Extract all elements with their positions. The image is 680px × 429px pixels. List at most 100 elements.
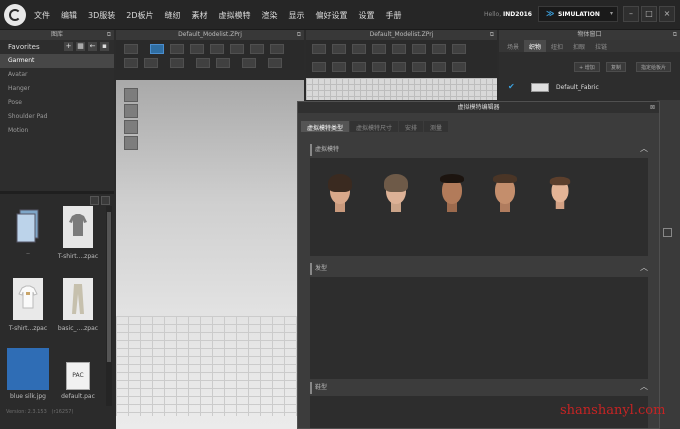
eye-icon[interactable] [124,104,138,118]
avatar-male-1[interactable] [437,172,467,212]
tool-icon[interactable] [372,44,386,54]
tab-zipper[interactable]: 拉链 [590,40,612,52]
tool-icon[interactable] [170,58,184,68]
tool-icon[interactable] [312,62,326,72]
select-tool-icon[interactable] [124,44,138,54]
close-button[interactable]: × [659,6,675,22]
simulation-button[interactable]: SIMULATION [538,6,618,22]
tool-icon[interactable] [372,62,386,72]
chevron-up-icon[interactable]: ︿ [640,381,648,393]
app-logo[interactable] [4,4,26,26]
close-icon[interactable]: ⊠ [650,102,655,113]
tab-scene[interactable]: 场景 [502,40,524,52]
menu-avatar[interactable]: 虚拟模特 [219,10,251,21]
delete-icon[interactable]: ▪ [100,42,109,51]
tool-icon[interactable] [124,58,138,68]
avatar-female-2[interactable] [381,172,411,212]
tab-avatar-type[interactable]: 虚拟模特类型 [301,121,350,132]
file-item[interactable]: .. [4,206,52,256]
tool-icon[interactable] [170,44,184,54]
maximize-button[interactable]: □ [641,6,657,22]
avatar-male-2[interactable] [490,172,520,212]
tool-icon[interactable] [210,44,224,54]
tool-icon[interactable] [270,44,284,54]
tool-icon[interactable] [332,62,346,72]
move-tool-icon[interactable] [150,44,164,54]
avatar-female-1[interactable] [325,172,355,212]
garment-display-icon[interactable] [124,120,138,134]
library-item-pose[interactable]: Pose [0,96,114,110]
undock-icon[interactable]: ⧉ [673,30,677,40]
shoe-section-header[interactable]: 鞋型 ︿ [310,382,648,394]
thumbnail-view-icon[interactable] [90,196,99,205]
list-view-icon[interactable] [101,196,110,205]
tool-icon[interactable] [452,44,466,54]
library-item-avatar[interactable]: Avatar [0,68,114,82]
tool-icon[interactable] [268,58,282,68]
menu-materials[interactable]: 素材 [192,10,208,21]
tool-icon[interactable] [242,58,256,68]
file-item[interactable]: PAC default.pac [54,362,102,400]
menu-manual[interactable]: 手册 [386,10,402,21]
tool-icon[interactable] [144,58,158,68]
tool-icon[interactable] [352,62,366,72]
favorites-label[interactable]: Favorites [8,43,40,51]
tool-icon[interactable] [432,62,446,72]
tool-icon[interactable] [432,44,446,54]
tab-arrangement[interactable]: 安排 [399,121,424,132]
texture-display-icon[interactable] [124,136,138,150]
scrollbar-thumb[interactable] [107,212,111,362]
library-scrollbar[interactable] [106,206,112,406]
chevron-up-icon[interactable]: ︿ [640,262,648,274]
tool-icon[interactable] [312,44,326,54]
tab-avatar-size[interactable]: 虚拟模特尺寸 [350,121,399,132]
file-item[interactable]: basic_....zpac [54,278,102,332]
undock-icon[interactable]: ⧉ [107,30,111,40]
tab-measure[interactable]: 测量 [424,121,449,132]
menu-3d-garment[interactable]: 3D服装 [88,10,115,21]
2d-viewport[interactable] [306,78,497,100]
tool-icon[interactable] [452,62,466,72]
minimize-button[interactable]: – [623,6,639,22]
file-item[interactable]: blue silk.jpg [4,348,52,400]
avatar-visibility-icon[interactable] [124,88,138,102]
avatar-section-header[interactable]: 虚拟模特 ︿ [310,144,648,156]
tool-icon[interactable] [392,62,406,72]
library-item-hanger[interactable]: Hanger [0,82,114,96]
undock-icon[interactable]: ⧉ [490,30,494,40]
library-item-shoulder-pad[interactable]: Shoulder Pad [0,110,114,124]
chevron-up-icon[interactable]: ︿ [640,143,648,155]
tool-icon[interactable] [352,44,366,54]
tool-icon[interactable] [250,44,264,54]
menu-edit[interactable]: 编辑 [61,10,77,21]
menu-file[interactable]: 文件 [34,10,50,21]
file-item[interactable]: T-shirt....zpac [54,206,102,260]
menu-settings[interactable]: 设置 [359,10,375,21]
3d-viewport[interactable] [116,80,304,429]
library-item-motion[interactable]: Motion [0,124,114,138]
menu-2d-pattern[interactable]: 2D板片 [126,10,153,21]
add-fabric-button[interactable]: + 增加 [574,62,600,72]
fabric-list-item[interactable]: ✔ Default_Fabric [505,82,675,94]
tab-fabric[interactable]: 织物 [524,40,547,52]
assign-to-pattern-button[interactable]: 指定给板片 [636,62,672,72]
tab-buttonholes[interactable]: 扣眼 [568,40,590,52]
library-item-garment[interactable]: Garment [0,54,114,68]
tool-icon[interactable] [392,44,406,54]
hairstyle-section-header[interactable]: 发型 ︿ [310,263,648,275]
copy-fabric-button[interactable]: 复制 [606,62,627,72]
tool-icon[interactable] [196,58,210,68]
menu-render[interactable]: 渲染 [262,10,278,21]
tool-icon[interactable] [332,44,346,54]
tool-icon[interactable] [412,62,426,72]
tool-icon[interactable] [190,44,204,54]
tab-buttons[interactable]: 纽扣 [546,40,568,52]
menu-preferences[interactable]: 偏好设置 [316,10,348,21]
tool-icon[interactable] [230,44,244,54]
add-icon[interactable]: + [64,42,73,51]
avatar-child[interactable] [547,175,573,209]
back-icon[interactable]: ← [88,42,97,51]
menu-sewing[interactable]: 缝纫 [165,10,181,21]
menu-display[interactable]: 显示 [289,10,305,21]
tool-icon[interactable] [412,44,426,54]
